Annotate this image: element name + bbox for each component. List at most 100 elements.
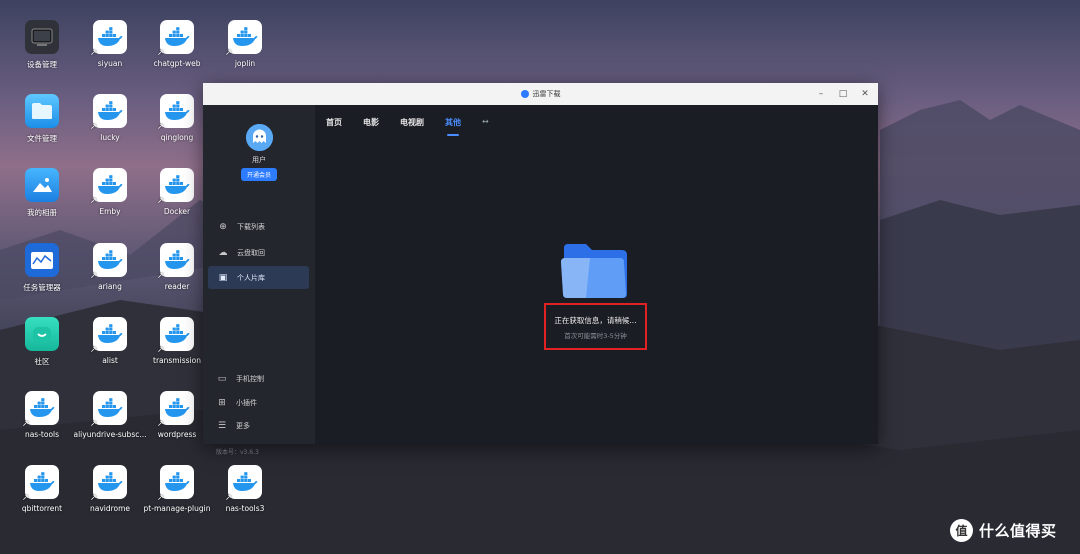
main-content: 首页 电影 电视剧 其他 ↔ 正在获取信息，请稍候... 首次可能需时3-5分钟 xyxy=(315,105,878,444)
download-icon: ⊕ xyxy=(219,221,227,232)
docker-icon: ↗ xyxy=(157,317,194,354)
shortcut-arrow-icon: ↗ xyxy=(90,271,97,280)
tab[interactable]: 其他 xyxy=(445,117,461,137)
desktop-icon-label: 任务管理器 xyxy=(23,283,61,292)
desktop-icon[interactable]: 我的相册 xyxy=(7,168,77,230)
desktop-icon[interactable]: ↗ chatgpt-web xyxy=(142,20,212,82)
taskmgr-icon xyxy=(25,243,59,277)
sidebar-item-label: 个人片库 xyxy=(237,273,265,282)
desktop-icon[interactable]: ↗ joplin xyxy=(210,20,280,82)
docker-icon: ↗ xyxy=(90,168,127,205)
desktop-icon-label: wordpress xyxy=(157,430,197,439)
device-icon xyxy=(25,20,59,54)
sidebar-item[interactable]: ⊕ 下载列表 xyxy=(208,215,309,238)
desktop-icon-label: qinglong xyxy=(160,133,194,142)
desktop-icon[interactable]: ↗ qbittorrent xyxy=(7,465,77,527)
minimize-icon[interactable]: – xyxy=(816,89,826,99)
docker-icon: ↗ xyxy=(90,317,127,354)
desktop-icon[interactable]: 任务管理器 xyxy=(7,243,77,305)
sidebar-item-label: 更多 xyxy=(236,421,250,430)
sidebar-bottom-item[interactable]: ▭ 手机控制 xyxy=(203,367,304,390)
xunlei-logo-icon xyxy=(520,90,529,98)
desktop-icon-label: Docker xyxy=(163,207,191,216)
version-text: 版本号：v3.6.3 xyxy=(216,449,259,456)
shortcut-arrow-icon: ↗ xyxy=(157,345,164,354)
desktop-icon[interactable]: 文件管理 xyxy=(7,94,77,156)
sidebar-item[interactable]: ☁ 云盘取回 xyxy=(208,241,309,264)
desktop-icon-label: siyuan xyxy=(97,59,123,68)
username: 用户 xyxy=(252,156,266,164)
window-controls: – □ ✕ xyxy=(816,83,870,105)
docker-icon: ↗ xyxy=(90,391,127,428)
desktop-icon-label: ariang xyxy=(98,282,122,291)
sidebar-item-label: 下载列表 xyxy=(237,222,265,231)
close-icon[interactable]: ✕ xyxy=(860,89,870,99)
desktop-icon[interactable]: ↗ reader xyxy=(142,243,212,305)
vip-button[interactable]: 开通会员 xyxy=(241,168,277,181)
desktop-icon[interactable]: ↗ nas-tools xyxy=(7,391,77,453)
desktop-icon[interactable]: ↗ aliyundrive-subsc... xyxy=(74,391,147,453)
library-icon: ▣ xyxy=(218,272,228,283)
smzdm-logo-icon: 值 xyxy=(950,519,973,542)
desktop-icon-label: 社区 xyxy=(34,357,50,366)
shortcut-arrow-icon: ↗ xyxy=(90,419,97,428)
shortcut-arrow-icon: ↗ xyxy=(157,493,164,502)
xunlei-window: 迅雷下载 – □ ✕ 用户 开通会员 ⊕ 下载列表 ☁ 云盘取回 ▣ 个人片库 ▭ 手机控制… xyxy=(203,83,878,456)
loading-status-box: 正在获取信息，请稍候... 首次可能需时3-5分钟 xyxy=(544,303,647,350)
desktop-icon[interactable]: 设备管理 xyxy=(7,20,77,82)
desktop-icon[interactable]: ↗ navidrome xyxy=(75,465,145,527)
desktop-icon[interactable]: ↗ alist xyxy=(75,317,145,379)
desktop-icon-label: 设备管理 xyxy=(27,60,57,69)
desktop-icon[interactable]: ↗ wordpress xyxy=(142,391,212,453)
desktop-icon[interactable]: ↗ lucky xyxy=(75,94,145,156)
plugin-icon: ⊞ xyxy=(218,397,226,408)
menu-icon: ☰ xyxy=(217,420,227,431)
desktop-icon-label: 文件管理 xyxy=(27,134,57,143)
docker-icon: ↗ xyxy=(157,20,194,57)
desktop-icon-label: Emby xyxy=(99,207,121,216)
sidebar-item-label: 云盘取回 xyxy=(237,248,265,257)
sidebar-item[interactable]: ▣ 个人片库 xyxy=(208,266,309,289)
tab[interactable]: 首页 xyxy=(326,117,342,137)
tab-bar: 首页 电影 电视剧 其他 ↔ xyxy=(326,117,510,137)
desktop-icon[interactable]: ↗ siyuan xyxy=(75,20,145,82)
desktop-icon[interactable]: ↗ nas-tools3 xyxy=(210,465,280,527)
desktop-icon-label: 我的相册 xyxy=(27,208,57,217)
tab[interactable]: ↔ xyxy=(482,117,489,137)
desktop-icon-label: nas-tools3 xyxy=(225,504,265,513)
desktop-icon-label: navidrome xyxy=(89,504,131,513)
desktop-icon[interactable]: ↗ transmission xyxy=(142,317,212,379)
community-icon xyxy=(25,317,59,351)
shortcut-arrow-icon: ↗ xyxy=(90,196,97,205)
ghost-avatar-icon xyxy=(246,124,273,151)
desktop-icon[interactable]: ↗ ariang xyxy=(75,243,145,305)
docker-icon: ↗ xyxy=(157,168,194,205)
docker-icon: ↗ xyxy=(157,391,194,428)
shortcut-arrow-icon: ↗ xyxy=(22,419,29,428)
desktop-icon-label: qbittorrent xyxy=(21,504,63,513)
docker-icon: ↗ xyxy=(225,465,262,502)
loading-message: 正在获取信息，请稍候... xyxy=(554,316,637,325)
shortcut-arrow-icon: ↗ xyxy=(157,196,164,205)
desktop-icon[interactable]: ↗ qinglong xyxy=(142,94,212,156)
folder-icon xyxy=(561,244,627,298)
shortcut-arrow-icon: ↗ xyxy=(225,48,232,57)
tab[interactable]: 电视剧 xyxy=(400,117,424,137)
sidebar-bottom-item[interactable]: ☰ 更多 xyxy=(203,414,304,437)
window-title: 迅雷下载 xyxy=(520,89,561,99)
files-icon xyxy=(25,94,59,128)
desktop-icon[interactable]: ↗ Emby xyxy=(75,168,145,230)
maximize-icon[interactable]: □ xyxy=(838,89,848,99)
docker-icon: ↗ xyxy=(22,465,59,502)
desktop-icon[interactable]: 社区 xyxy=(7,317,77,379)
window-title-text: 迅雷下载 xyxy=(532,90,561,98)
docker-icon: ↗ xyxy=(90,465,127,502)
shortcut-arrow-icon: ↗ xyxy=(90,493,97,502)
desktop-icon[interactable]: ↗ pt-manage-plugin xyxy=(142,465,212,527)
title-bar[interactable]: 迅雷下载 – □ ✕ xyxy=(203,83,878,105)
avatar[interactable] xyxy=(246,124,273,151)
desktop-icon[interactable]: ↗ Docker xyxy=(142,168,212,230)
tab[interactable]: 电影 xyxy=(363,117,379,137)
shortcut-arrow-icon: ↗ xyxy=(90,48,97,57)
sidebar-bottom-item[interactable]: ⊞ 小插件 xyxy=(203,391,304,414)
